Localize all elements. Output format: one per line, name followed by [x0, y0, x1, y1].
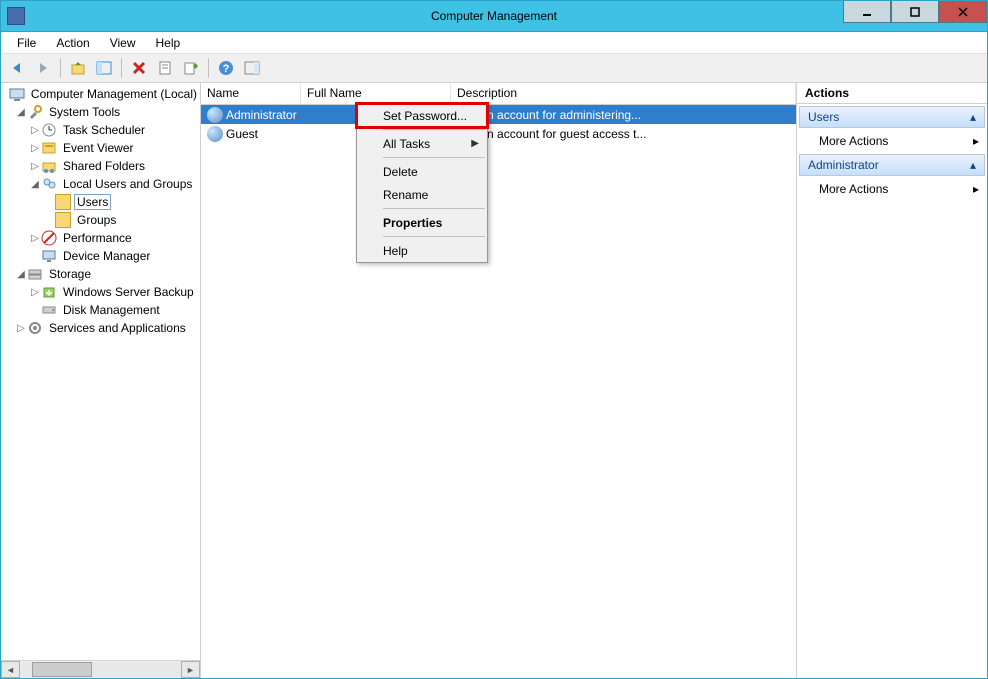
tree-shared-folders[interactable]: Shared Folders — [60, 158, 148, 174]
menu-view[interactable]: View — [102, 34, 144, 52]
actions-more-users[interactable]: More Actions ▸ — [797, 130, 987, 152]
collapse-icon: ▴ — [970, 110, 976, 124]
user-icon — [207, 126, 223, 142]
user-row-guest[interactable]: Guest Built-in account for guest access … — [201, 124, 796, 143]
tree-pane: Computer Management (Local) ◢System Tool… — [1, 83, 201, 678]
tree-task-scheduler[interactable]: Task Scheduler — [60, 122, 148, 138]
tree-storage[interactable]: Storage — [46, 266, 94, 282]
tree-performance[interactable]: Performance — [60, 230, 135, 246]
column-name[interactable]: Name — [201, 83, 301, 104]
actions-section-administrator[interactable]: Administrator ▴ — [799, 154, 985, 176]
toolbar: ? — [1, 54, 987, 83]
menu-separator — [383, 236, 485, 237]
submenu-arrow-icon: ▸ — [973, 182, 979, 196]
collapse-icon: ▴ — [970, 158, 976, 172]
services-icon — [27, 320, 43, 336]
menu-file[interactable]: File — [9, 34, 44, 52]
forward-button[interactable] — [31, 56, 55, 80]
clock-icon — [41, 122, 57, 138]
show-hide-tree-button[interactable] — [92, 56, 116, 80]
svg-text:?: ? — [223, 63, 230, 75]
menu-all-tasks[interactable]: All Tasks▶ — [357, 132, 487, 155]
submenu-arrow-icon: ▶ — [471, 138, 479, 149]
actions-pane: Actions Users ▴ More Actions ▸ Administr… — [797, 83, 987, 678]
users-groups-icon — [41, 176, 57, 192]
close-button[interactable] — [939, 1, 987, 23]
menu-properties[interactable]: Properties — [357, 211, 487, 234]
tree-users[interactable]: Users — [74, 194, 111, 210]
user-name: Guest — [226, 127, 258, 141]
device-manager-icon — [41, 248, 57, 264]
show-hide-action-pane-button[interactable] — [240, 56, 264, 80]
menu-rename[interactable]: Rename — [357, 183, 487, 206]
body: Computer Management (Local) ◢System Tool… — [1, 83, 987, 678]
navigation-tree[interactable]: Computer Management (Local) ◢System Tool… — [1, 83, 200, 660]
user-description: Built-in account for administering... — [451, 108, 796, 122]
storage-icon — [27, 266, 43, 282]
properties-button[interactable] — [153, 56, 177, 80]
user-name: Administrator — [226, 108, 297, 122]
menu-action[interactable]: Action — [48, 34, 97, 52]
tree-groups[interactable]: Groups — [74, 212, 119, 228]
user-icon — [207, 107, 223, 123]
tree-horizontal-scrollbar[interactable]: ◄ ► — [1, 660, 200, 678]
submenu-arrow-icon: ▸ — [973, 134, 979, 148]
minimize-button[interactable] — [843, 1, 891, 23]
tree-local-users-groups[interactable]: Local Users and Groups — [60, 176, 195, 192]
section-title: Administrator — [808, 158, 879, 172]
help-button[interactable]: ? — [214, 56, 238, 80]
scroll-track[interactable] — [20, 662, 181, 677]
actions-body: Users ▴ More Actions ▸ Administrator ▴ M… — [797, 104, 987, 678]
tree-disk-management[interactable]: Disk Management — [60, 302, 163, 318]
scroll-right-button[interactable]: ► — [181, 661, 200, 678]
export-button[interactable] — [179, 56, 203, 80]
window-title: Computer Management — [1, 9, 987, 23]
scroll-thumb[interactable] — [32, 662, 92, 677]
scroll-left-button[interactable]: ◄ — [1, 661, 20, 678]
menu-delete[interactable]: Delete — [357, 160, 487, 183]
tree-root[interactable]: Computer Management (Local) — [28, 86, 200, 102]
delete-button[interactable] — [127, 56, 151, 80]
tree-system-tools[interactable]: System Tools — [46, 104, 123, 120]
event-viewer-icon — [41, 140, 57, 156]
user-list[interactable]: Administrator Built-in account for admin… — [201, 105, 796, 678]
tree-windows-server-backup[interactable]: Windows Server Backup — [60, 284, 197, 300]
section-title: Users — [808, 110, 839, 124]
tools-icon — [27, 104, 43, 120]
actions-more-administrator[interactable]: More Actions ▸ — [797, 178, 987, 200]
shared-folders-icon — [41, 158, 57, 174]
menu-set-password[interactable]: Set Password... — [357, 104, 487, 127]
computer-icon — [9, 86, 25, 102]
back-button[interactable] — [5, 56, 29, 80]
folder-icon — [55, 212, 71, 228]
tree-event-viewer[interactable]: Event Viewer — [60, 140, 136, 156]
actions-section-users[interactable]: Users ▴ — [799, 106, 985, 128]
maximize-button[interactable] — [891, 1, 939, 23]
column-description[interactable]: Description — [451, 83, 796, 104]
computer-management-window: Computer Management File Action View Hel… — [0, 0, 988, 679]
folder-icon — [55, 194, 71, 210]
tree-device-manager[interactable]: Device Manager — [60, 248, 153, 264]
menu-help[interactable]: Help — [148, 34, 189, 52]
window-controls — [843, 1, 987, 23]
column-headers: Name Full Name Description — [201, 83, 796, 105]
menu-separator — [383, 157, 485, 158]
list-pane: Name Full Name Description Administrator… — [201, 83, 797, 678]
column-full-name[interactable]: Full Name — [301, 83, 451, 104]
context-menu: Set Password... All Tasks▶ Delete Rename… — [356, 103, 488, 263]
user-description: Built-in account for guest access t... — [451, 127, 796, 141]
menubar: File Action View Help — [1, 32, 987, 54]
backup-icon — [41, 284, 57, 300]
titlebar[interactable]: Computer Management — [1, 1, 987, 32]
menu-separator — [383, 129, 485, 130]
user-row-administrator[interactable]: Administrator Built-in account for admin… — [201, 105, 796, 124]
menu-separator — [383, 208, 485, 209]
tree-services-apps[interactable]: Services and Applications — [46, 320, 189, 336]
actions-header: Actions — [797, 83, 987, 104]
performance-icon — [41, 230, 57, 246]
menu-help[interactable]: Help — [357, 239, 487, 262]
up-button[interactable] — [66, 56, 90, 80]
disk-mgmt-icon — [41, 302, 57, 318]
